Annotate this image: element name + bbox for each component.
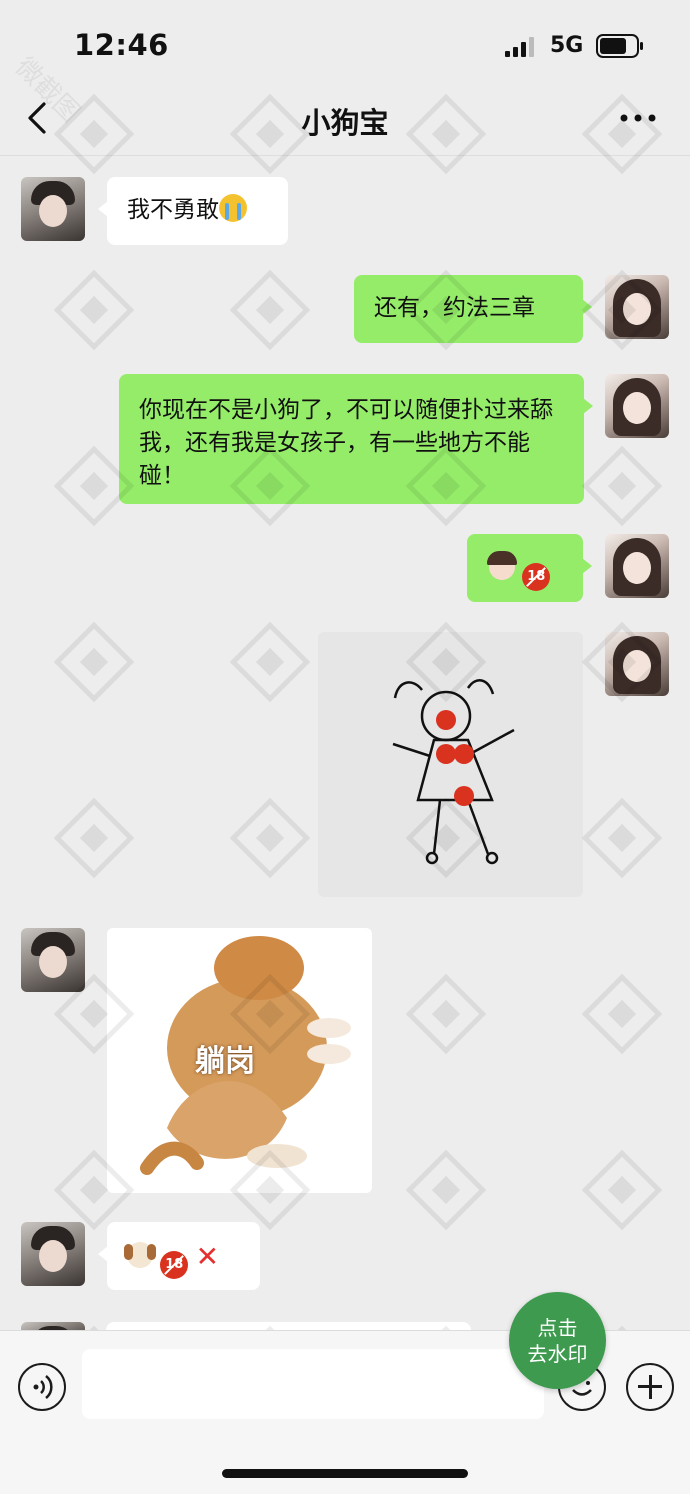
my-avatar[interactable] xyxy=(605,632,669,696)
girl-face-icon xyxy=(487,551,517,580)
message-text: 还有，约法三章 xyxy=(374,295,535,321)
message-bubble-sent[interactable]: 还有，约法三章 xyxy=(354,275,592,343)
no-one-under-eighteen-icon: 18 xyxy=(522,563,551,591)
status-bar: 12:46 5G xyxy=(0,0,690,90)
shiba-sticker-image[interactable]: 躺岗 xyxy=(107,928,372,1193)
message-input[interactable] xyxy=(82,1349,544,1419)
status-time: 12:46 xyxy=(74,28,169,62)
contact-avatar[interactable] xyxy=(21,1322,85,1330)
chat-messages: 我不勇敢 还有，约法三章 你现在不是小狗了，不可以随便扑过来舔我，还有我是女孩子… xyxy=(0,156,690,1330)
more-actions-button[interactable] xyxy=(626,1363,674,1411)
remove-watermark-line1: 点击 xyxy=(537,1315,578,1340)
message-bubble-received[interactable]: 我不勇敢 xyxy=(98,177,288,245)
remove-watermark-button[interactable]: 点击 去水印 xyxy=(509,1292,606,1389)
voice-input-button[interactable] xyxy=(18,1363,66,1411)
chat-header: 小狗宝 xyxy=(0,80,690,156)
message-bubble-sent[interactable]: 18 xyxy=(467,534,592,602)
my-avatar[interactable] xyxy=(605,275,669,339)
crying-face-icon xyxy=(219,194,247,222)
more-options-icon[interactable] xyxy=(618,108,658,128)
message-bubble-received[interactable]: 18 ✕ xyxy=(98,1222,260,1290)
voice-icon xyxy=(33,1375,53,1399)
cross-mark-icon: ✕ xyxy=(195,1240,220,1273)
stick-figure-drawing-icon xyxy=(392,679,515,865)
message-text: 你现在不是小狗了，不可以随便扑过来舔我，还有我是女孩子，有一些地方不能碰！ xyxy=(139,397,553,489)
chat-title: 小狗宝 xyxy=(301,106,389,140)
sticker-caption: 躺岗 xyxy=(195,1044,255,1079)
my-avatar[interactable] xyxy=(605,534,669,598)
message-bubble-sent[interactable]: 你现在不是小狗了，不可以随便扑过来舔我，还有我是女孩子，有一些地方不能碰！ xyxy=(119,374,593,504)
dog-face-icon xyxy=(124,1242,156,1268)
message-bubble-received[interactable] xyxy=(106,1322,471,1330)
contact-avatar[interactable] xyxy=(21,928,85,992)
my-avatar[interactable] xyxy=(605,374,669,438)
signal-icon xyxy=(505,37,534,57)
network-type: 5G xyxy=(550,33,584,58)
no-one-under-eighteen-icon: 18 xyxy=(160,1251,189,1279)
stick-figure-drawing-image[interactable] xyxy=(318,632,583,897)
contact-avatar[interactable] xyxy=(21,177,85,241)
battery-icon xyxy=(596,34,643,58)
contact-avatar[interactable] xyxy=(21,1222,85,1286)
message-text: 我不勇敢 xyxy=(127,197,219,223)
home-indicator xyxy=(222,1469,468,1478)
remove-watermark-line2: 去水印 xyxy=(527,1341,588,1366)
